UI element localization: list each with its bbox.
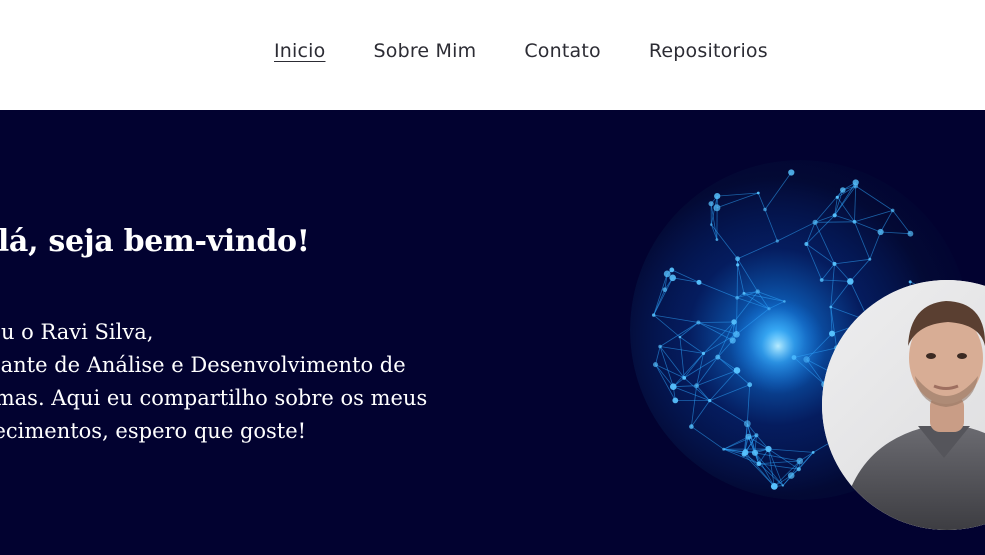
network-node (835, 195, 839, 199)
network-node (751, 449, 759, 456)
network-node (770, 483, 778, 490)
nav-link-sobre-mim[interactable]: Sobre Mim (373, 40, 476, 62)
network-node (763, 207, 767, 212)
network-node (890, 208, 895, 213)
network-node (652, 313, 656, 317)
network-node (812, 219, 818, 225)
nav-menu: Inicio Sobre Mim Contato Repositorios (274, 40, 768, 62)
network-node (662, 287, 668, 292)
network-node (743, 420, 751, 428)
network-node (741, 451, 747, 457)
network-node (787, 472, 795, 479)
network-node (696, 320, 701, 325)
network-node (796, 467, 801, 472)
network-node (708, 201, 714, 207)
network-node (735, 256, 740, 262)
network-node (868, 257, 872, 261)
network-node (804, 242, 809, 246)
network-node (756, 461, 762, 467)
network-node (715, 238, 719, 241)
network-node (682, 376, 687, 380)
network-node (829, 330, 835, 337)
network-node (829, 305, 833, 309)
nav-link-inicio[interactable]: Inicio (274, 40, 325, 62)
hero-intro-line: Eu sou o Ravi Silva, (0, 320, 154, 344)
network-node (689, 424, 694, 429)
nav-item-sobre-mim: Sobre Mim (373, 40, 476, 62)
network-node (672, 397, 679, 404)
network-node (756, 191, 760, 195)
network-node (907, 230, 914, 237)
network-node (736, 263, 740, 267)
nav-item-contato: Contato (524, 40, 601, 62)
hero-section: Olá, seja bem-vindo! Eu sou o Ravi Silva… (0, 110, 985, 555)
network-node (840, 187, 846, 193)
network-node (832, 261, 837, 266)
network-node (714, 193, 721, 200)
hero-intro: Eu sou o Ravi Silva, estudante de Anális… (0, 316, 427, 448)
network-node (678, 335, 682, 339)
network-node (710, 223, 713, 226)
network-node (658, 344, 662, 349)
network-link (698, 321, 735, 323)
network-node (852, 219, 857, 224)
network-node (775, 239, 779, 243)
hero-intro-line: conhecimentos, espero que goste! (0, 419, 307, 443)
network-node (669, 274, 676, 282)
nav-item-inicio: Inicio (274, 40, 325, 62)
network-node (669, 267, 675, 273)
hero-intro-line: estudante de Análise e Desenvolvimento d… (0, 353, 406, 377)
network-link (815, 221, 855, 223)
network-node (663, 270, 671, 278)
network-node (754, 433, 759, 438)
network-node (765, 445, 772, 453)
network-node (742, 291, 746, 295)
network-node (832, 213, 837, 218)
network-node (811, 451, 815, 454)
network-node (819, 278, 824, 282)
network-node (653, 362, 658, 368)
nav-item-repositorios: Repositorios (649, 40, 768, 62)
nav-link-contato[interactable]: Contato (524, 40, 601, 62)
network-node (781, 484, 785, 487)
top-navbar: Inicio Sobre Mim Contato Repositorios (0, 0, 985, 110)
network-node (715, 354, 721, 360)
network-node (796, 457, 804, 465)
network-node (745, 433, 752, 440)
network-node (694, 383, 699, 389)
hero-intro-line: Sistemas. Aqui eu compartilho sobre os m… (0, 386, 428, 410)
network-node (708, 399, 712, 403)
network-node (877, 228, 884, 236)
network-node (847, 278, 854, 285)
network-node (701, 351, 706, 355)
network-node (788, 169, 795, 176)
network-node (670, 383, 677, 390)
nav-link-repositorios[interactable]: Repositorios (649, 40, 768, 62)
network-node (713, 204, 721, 212)
network-node (852, 179, 859, 186)
network-node (696, 279, 702, 285)
network-node (755, 289, 760, 294)
hero-title: Olá, seja bem-vindo! (0, 224, 310, 259)
network-node (722, 447, 726, 451)
network-node (735, 295, 739, 300)
network-node (908, 280, 912, 284)
